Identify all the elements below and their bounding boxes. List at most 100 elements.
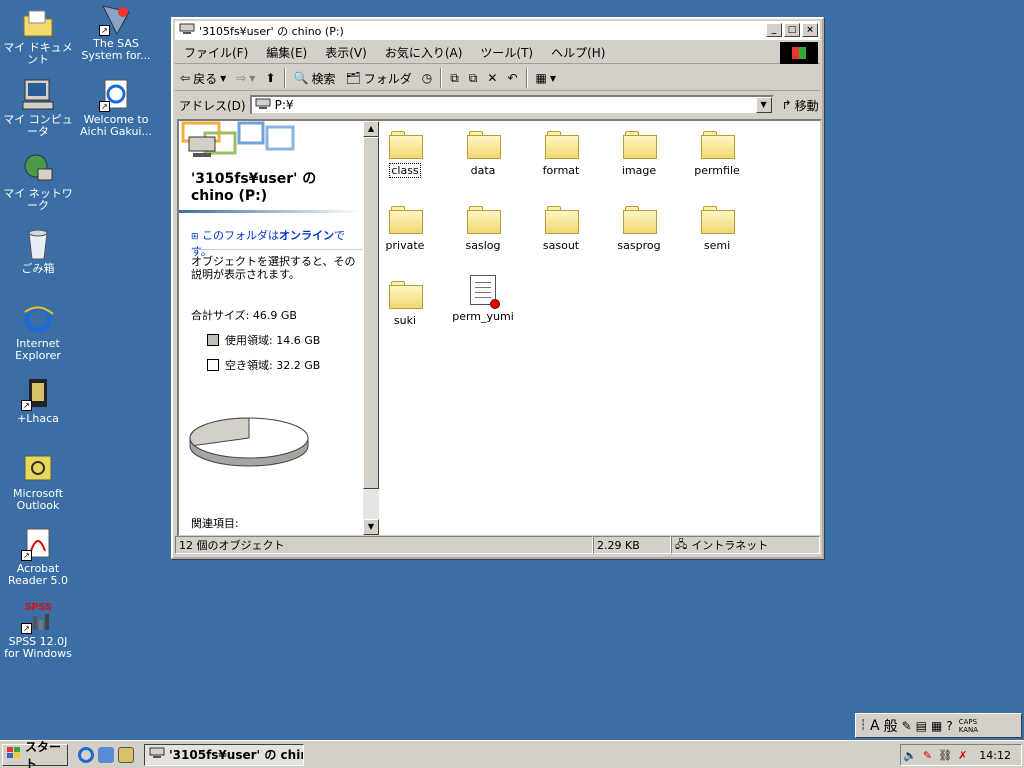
- desktop-icon-lhaca[interactable]: ↗ +Lhaca: [0, 377, 76, 425]
- status-tray-icon[interactable]: ✗: [958, 749, 967, 762]
- folder-icon: [467, 129, 501, 159]
- ime-kanji-mode[interactable]: 般: [884, 716, 898, 736]
- menu-tools[interactable]: ツール(T): [471, 44, 542, 61]
- ime-dictionary-icon[interactable]: ▤: [916, 719, 927, 733]
- file-item[interactable]: perm_yumi: [445, 275, 521, 323]
- folder-icon: [389, 204, 423, 234]
- desktop-icon-sas[interactable]: ↗ The SAS System for...: [78, 2, 154, 62]
- selection-hint: オブジェクトを選択すると、その説明が表示されます。: [191, 255, 356, 281]
- folder-icon: [389, 279, 423, 309]
- quick-launch: [78, 746, 134, 763]
- pen-icon[interactable]: ✎: [923, 749, 932, 762]
- address-value: P:¥: [274, 98, 294, 112]
- outlook-quicklaunch-icon[interactable]: [98, 746, 114, 763]
- folder-item[interactable]: class: [367, 129, 443, 178]
- status-object-count: 12 個のオブジェクト: [175, 536, 593, 554]
- ime-pad-icon[interactable]: ▦: [931, 719, 942, 733]
- copy-to-button[interactable]: ⧉: [464, 67, 483, 89]
- toolbar-separator: [525, 68, 528, 88]
- taskbar: スタート '3105fs¥user' の chin... 🔈 ✎ ⛓ ✗ 14:…: [0, 740, 1024, 768]
- network-tray-icon[interactable]: ⛓: [938, 749, 952, 762]
- file-list: class data format image permfile private…: [379, 121, 820, 535]
- ime-mode[interactable]: A: [870, 718, 880, 734]
- views-button[interactable]: ▦ ▼: [531, 67, 562, 89]
- folder-icon: [467, 204, 501, 234]
- folder-item[interactable]: format: [523, 129, 599, 177]
- chevron-down-icon: ▼: [220, 73, 227, 83]
- address-dropdown-button[interactable]: ▼: [755, 97, 772, 113]
- desktop-icon-outlook[interactable]: Microsoft Outlook: [0, 452, 76, 512]
- drive-icon: [255, 98, 271, 113]
- folder-item[interactable]: data: [445, 129, 521, 177]
- folder-item[interactable]: private: [367, 204, 443, 252]
- desktop-icon-acrobat[interactable]: ↗ Acrobat Reader 5.0: [0, 527, 76, 587]
- menu-edit[interactable]: 編集(E): [257, 44, 316, 61]
- desktop-icon-internet-explorer[interactable]: Internet Explorer: [0, 302, 76, 362]
- computer-icon: [21, 78, 55, 112]
- left-pane-scrollbar[interactable]: ▲ ▼: [363, 121, 379, 535]
- delete-button[interactable]: ✕: [482, 67, 502, 89]
- back-arrow-icon: ⇦: [180, 71, 191, 85]
- move-to-button[interactable]: ⧉: [445, 67, 464, 89]
- lhaca-icon: ↗: [21, 377, 55, 411]
- svg-text:SPSS: SPSS: [25, 602, 52, 613]
- search-button[interactable]: 🔍 検索: [289, 67, 341, 89]
- history-button[interactable]: ◷: [417, 67, 437, 89]
- shortcut-arrow-icon: ↗: [21, 400, 32, 411]
- desktop-icon-welcome[interactable]: ↗ Welcome to Aichi Gakui...: [78, 78, 154, 138]
- close-button[interactable]: ×: [802, 23, 818, 37]
- volume-icon[interactable]: 🔈: [903, 749, 917, 762]
- window-title: '3105fs¥user' の chino (P:): [199, 24, 344, 38]
- taskbar-explorer-button[interactable]: '3105fs¥user' の chin...: [144, 743, 304, 766]
- forward-button[interactable]: ⇨ ▼: [231, 67, 260, 89]
- folder-item[interactable]: permfile: [679, 129, 755, 177]
- folder-icon: [701, 129, 735, 159]
- undo-icon: ↶: [507, 71, 518, 85]
- desktop-icon-my-computer[interactable]: マイ コンピュータ: [0, 78, 76, 138]
- menu-help[interactable]: ヘルプ(H): [542, 44, 614, 61]
- menu-view[interactable]: 表示(V): [316, 44, 376, 61]
- go-button[interactable]: ↱ 移動: [782, 97, 819, 114]
- title-bar[interactable]: '3105fs¥user' の chino (P:) _ □ ×: [175, 21, 820, 40]
- folder-item[interactable]: sasprog: [601, 204, 677, 252]
- free-swatch: [207, 359, 219, 371]
- back-button[interactable]: ⇦ 戻る ▼: [175, 67, 231, 89]
- shortcut-arrow-icon: ↗: [99, 25, 110, 36]
- ie-quicklaunch-icon[interactable]: [78, 746, 94, 763]
- desktop-icon-my-network[interactable]: マイ ネットワーク: [0, 152, 76, 212]
- ime-tool-icon[interactable]: ✎: [902, 719, 912, 733]
- intranet-icon: 🖧: [675, 537, 688, 551]
- chevron-down-icon: ▼: [549, 73, 556, 83]
- menu-favorites[interactable]: お気に入り(A): [376, 44, 472, 61]
- maximize-button[interactable]: □: [784, 23, 800, 37]
- clock[interactable]: 14:12: [979, 749, 1011, 762]
- undo-button[interactable]: ↶: [502, 67, 522, 89]
- folders-button[interactable]: 🗂 フォルダ: [340, 67, 416, 89]
- sas-icon: ↗: [99, 2, 133, 36]
- ime-help-icon[interactable]: ?: [946, 719, 952, 733]
- folder-item[interactable]: semi: [679, 204, 755, 252]
- desktop-icon-spss[interactable]: SPSS ↗ SPSS 12.0J for Windows: [0, 600, 76, 660]
- folder-item[interactable]: sasout: [523, 204, 599, 252]
- status-zone: 🖧 イントラネット: [671, 536, 820, 554]
- menu-bar: ファイル(F) 編集(E) 表示(V) お気に入り(A) ツール(T) ヘルプ(…: [175, 42, 820, 64]
- desktop-icon-my-documents[interactable]: マイ ドキュメント: [0, 6, 76, 66]
- ime-toolbar[interactable]: ┆ A 般 ✎ ▤ ▦ ? CAPS KANA: [855, 713, 1022, 738]
- explorer-window[interactable]: '3105fs¥user' の chino (P:) _ □ × ファイル(F)…: [171, 17, 824, 559]
- drive-icon: [149, 747, 165, 762]
- show-desktop-icon[interactable]: [118, 746, 134, 763]
- folder-icon: [389, 129, 423, 159]
- start-button[interactable]: スタート: [2, 740, 68, 768]
- move-to-icon: ⧉: [450, 70, 459, 85]
- menu-file[interactable]: ファイル(F): [175, 44, 257, 61]
- folder-item[interactable]: suki: [367, 279, 443, 327]
- minimize-button[interactable]: _: [766, 23, 782, 37]
- address-input[interactable]: P:¥ ▼: [249, 95, 774, 115]
- address-label: アドレス(D): [179, 98, 246, 113]
- desktop-icon-recycle-bin[interactable]: ごみ箱: [0, 227, 76, 275]
- content-area: '3105fs¥user' の chino (P:) ⊞ このフォルダはオンライ…: [177, 119, 822, 537]
- folder-item[interactable]: saslog: [445, 204, 521, 252]
- folder-item[interactable]: image: [601, 129, 677, 177]
- scroll-down-button[interactable]: ▼: [363, 519, 379, 535]
- up-folder-button[interactable]: ⬆: [260, 67, 280, 89]
